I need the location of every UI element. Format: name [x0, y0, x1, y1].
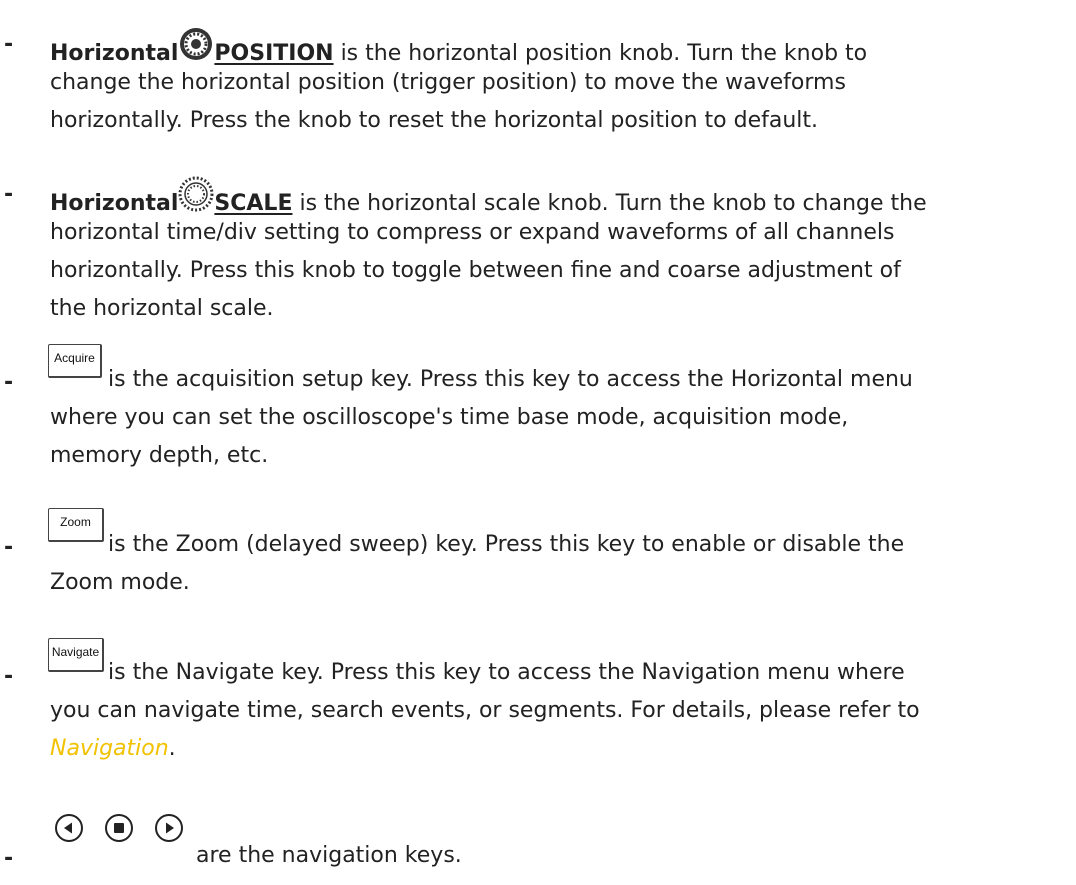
position-knob-label: POSITION: [214, 41, 334, 66]
bullet-dash: -: [4, 846, 14, 871]
play-forward-icon[interactable]: [154, 813, 184, 843]
position-knob-icon: [180, 28, 213, 60]
horizontal-label: Horizontal: [50, 41, 179, 66]
acquire-key[interactable]: Acquire: [48, 344, 102, 378]
horizontal-label: Horizontal: [50, 191, 179, 216]
bullet-dash: -: [4, 32, 14, 57]
navigation-link[interactable]: Navigation: [50, 736, 169, 761]
zoom-key[interactable]: Zoom: [48, 508, 104, 542]
bullet-dash: -: [4, 370, 14, 395]
stop-icon[interactable]: [104, 813, 134, 843]
scale-knob-icon: [178, 176, 214, 212]
navigate-key[interactable]: Navigate: [48, 638, 104, 672]
bullet-dash: -: [4, 664, 14, 689]
bullet-dash: -: [4, 535, 14, 560]
scale-knob-label: SCALE: [214, 191, 293, 216]
bullet-dash: -: [4, 182, 14, 207]
play-backward-icon[interactable]: [54, 813, 84, 843]
